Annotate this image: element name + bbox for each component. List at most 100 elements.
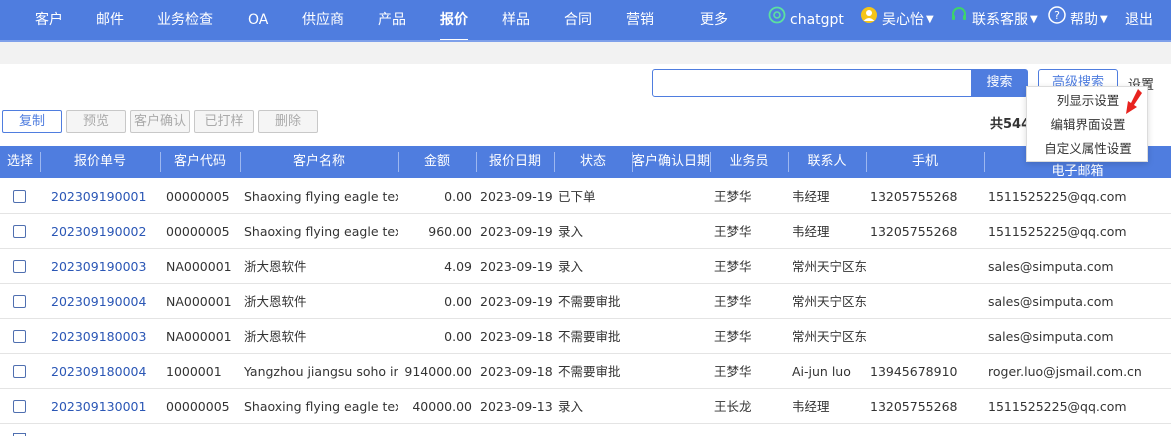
table-row[interactable]: 202309190002 00000005 Shaoxing flying eagl… [0, 214, 1171, 249]
row-select-checkbox[interactable] [13, 400, 26, 413]
col-header-quote-date[interactable]: 报价日期 [476, 146, 554, 178]
cell-quote-no[interactable]: 202309190001 [51, 179, 159, 214]
cell-amount: 914000.00 [404, 364, 472, 379]
cell-quote-no[interactable]: 202309180003 [51, 319, 159, 354]
cell-mobile: 13205755268 [870, 224, 958, 239]
next-row-peek [0, 431, 1171, 436]
cell-amount: 0.00 [444, 189, 472, 204]
cell-customer-name: 浙大恩软件 [244, 294, 307, 309]
support-label: 联系客服 [972, 12, 1028, 28]
cell-confirm-date [636, 284, 708, 319]
table-row[interactable]: 202309190001 00000005 Shaoxing flying eagl… [0, 179, 1171, 214]
search-input[interactable] [652, 69, 972, 97]
headset-icon [950, 0, 968, 40]
cell-salesperson: 王梦华 [714, 329, 752, 344]
cell-customer-name: Shaoxing flying eagle textil [244, 399, 398, 414]
cell-quote-no[interactable]: 202309190002 [51, 214, 159, 249]
nav-item-suppliers[interactable]: 供应商 [302, 0, 344, 40]
cell-customer-code: NA000001 [166, 329, 232, 344]
help-label: 帮助 [1070, 12, 1098, 28]
cell-confirm-date [636, 249, 708, 284]
nav-support-menu[interactable]: 联系客服 ▼ [950, 0, 1038, 40]
table-row[interactable]: 202309190004 NA000001 浙大恩软件 0.00 2023-09-19 不… [0, 284, 1171, 319]
nav-item-samples[interactable]: 样品 [502, 0, 530, 40]
row-select-checkbox[interactable] [13, 190, 26, 203]
cell-mobile: 13205755268 [870, 399, 958, 414]
nav-item-products[interactable]: 产品 [378, 0, 406, 40]
cell-customer-code: NA000001 [166, 294, 232, 309]
search-button[interactable]: 搜索 [971, 69, 1028, 97]
nav-item-quotations[interactable]: 报价 [440, 0, 468, 41]
menu-item-custom-attributes[interactable]: 自定义属性设置 [1027, 138, 1149, 160]
cell-amount: 4.09 [444, 259, 472, 274]
row-select-checkbox[interactable] [13, 295, 26, 308]
cell-contact: 常州天宁区东 [792, 259, 866, 274]
table-row[interactable]: 202309180003 NA000001 浙大恩软件 0.00 2023-09-18 不… [0, 319, 1171, 354]
row-select-checkbox[interactable] [13, 365, 26, 378]
nav-item-business-check[interactable]: 业务检查 [157, 0, 213, 40]
cell-amount: 0.00 [444, 329, 472, 344]
col-header-salesperson[interactable]: 业务员 [710, 146, 788, 178]
col-header-amount[interactable]: 金额 [398, 146, 476, 178]
nav-help-menu[interactable]: ? 帮助 ▼ [1048, 0, 1108, 40]
table-row[interactable]: 202309130001 00000005 Shaoxing flying eagl… [0, 389, 1171, 424]
cell-status: 录入 [558, 259, 584, 274]
cell-salesperson: 王长龙 [714, 399, 752, 414]
preview-button[interactable]: 预览 [66, 110, 126, 133]
cell-salesperson: 王梦华 [714, 259, 752, 274]
cell-contact: 韦经理 [792, 224, 830, 239]
cell-customer-code: 00000005 [166, 399, 230, 414]
cell-quote-no[interactable]: 202309190004 [51, 284, 159, 319]
nav-item-contracts[interactable]: 合同 [564, 0, 592, 40]
nav-item-mail[interactable]: 邮件 [96, 0, 124, 40]
chatgpt-label: chatgpt [790, 12, 844, 28]
nav-item-customers[interactable]: 客户 [35, 0, 63, 40]
col-header-quote-no[interactable]: 报价单号 [40, 146, 160, 178]
table-row[interactable]: 202309190003 NA000001 浙大恩软件 4.09 2023-09-19 录… [0, 249, 1171, 284]
row-select-checkbox[interactable] [13, 260, 26, 273]
cell-quote-date: 2023-09-19 [480, 294, 552, 309]
nav-chatgpt[interactable]: chatgpt [768, 0, 844, 40]
col-header-contact[interactable]: 联系人 [788, 146, 866, 178]
customer-confirm-button[interactable]: 客户确认 [130, 110, 190, 133]
cell-salesperson: 王梦华 [714, 364, 752, 379]
cell-status: 不需要审批 [558, 294, 621, 309]
cell-quote-date: 2023-09-19 [480, 259, 552, 274]
table-header: 选择 报价单号 客户代码 客户名称 金额 报价日期 状态 客户确认日期 业务员 … [0, 146, 1171, 178]
row-select-checkbox[interactable] [13, 330, 26, 343]
cell-email: 1511525225@qq.com [988, 399, 1127, 414]
header-separator [0, 42, 1171, 64]
chevron-down-icon: ▼ [1030, 14, 1038, 25]
chevron-down-icon: ▼ [1100, 14, 1108, 25]
nav-item-oa[interactable]: OA [248, 0, 268, 40]
cell-salesperson: 王梦华 [714, 294, 752, 309]
user-avatar-icon [860, 0, 878, 40]
cell-email: sales@simputa.com [988, 294, 1114, 309]
printed-button[interactable]: 已打样 [194, 110, 254, 133]
cell-quote-no[interactable]: 202309130001 [51, 389, 159, 424]
table-row[interactable]: 202309180004 1000001 Yangzhou jiangsu soho… [0, 354, 1171, 389]
nav-item-marketing[interactable]: 营销 [626, 0, 654, 40]
nav-item-more[interactable]: 更多 [700, 0, 728, 40]
cell-quote-no[interactable]: 202309190003 [51, 249, 159, 284]
cell-salesperson: 王梦华 [714, 224, 752, 239]
cell-quote-no[interactable]: 202309180004 [51, 354, 159, 389]
cell-quote-date: 2023-09-13 [480, 399, 552, 414]
logout-link[interactable]: 退出 [1125, 0, 1153, 40]
cell-mobile: 13205755268 [870, 189, 958, 204]
cell-mobile [870, 319, 982, 354]
cell-confirm-date [636, 214, 708, 249]
delete-button[interactable]: 删除 [258, 110, 318, 133]
col-header-customer-code[interactable]: 客户代码 [160, 146, 240, 178]
row-select-checkbox[interactable] [13, 225, 26, 238]
cell-amount: 960.00 [428, 224, 472, 239]
nav-user-menu[interactable]: 吴心怡 ▼ [860, 0, 934, 40]
col-header-customer-name[interactable]: 客户名称 [240, 146, 398, 178]
col-header-mobile[interactable]: 手机 [866, 146, 984, 178]
copy-button[interactable]: 复制 [2, 110, 62, 133]
cell-customer-name: Yangzhou jiangsu soho inte [244, 364, 398, 379]
col-header-status[interactable]: 状态 [554, 146, 632, 178]
col-header-confirm-date[interactable]: 客户确认日期 [632, 146, 710, 178]
cell-customer-name: 浙大恩软件 [244, 259, 307, 274]
cell-status: 已下单 [558, 189, 596, 204]
